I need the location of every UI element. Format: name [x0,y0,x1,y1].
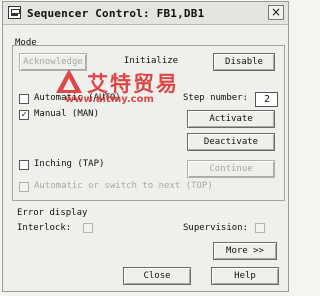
app-icon [8,6,21,19]
interlock-label: Interlock: [17,223,72,233]
help-button[interactable]: Help [211,267,279,285]
watermark-logo-icon [56,69,82,93]
interlock-checkbox[interactable] [83,223,93,233]
title-bar[interactable]: Sequencer Control: FB1,DB1 × [3,2,288,25]
inching-label: Inching (TAP) [34,159,105,169]
activate-button[interactable]: Activate [187,110,275,128]
continue-button[interactable]: Continue [187,160,275,178]
more-button[interactable]: More >> [213,242,277,260]
window-title: Sequencer Control: FB1,DB1 [27,7,205,20]
auto-or-switch-checkbox[interactable] [19,182,29,192]
inching-checkbox[interactable] [19,160,29,170]
automatic-checkbox[interactable] [19,94,29,104]
step-number-label: Step number: [183,93,249,103]
manual-label: Manual (MAN) [34,109,100,119]
sequencer-control-dialog: Sequencer Control: FB1,DB1 × Mode Acknow… [2,1,289,292]
watermark-url-text: www.aitmy.com [65,94,154,105]
close-icon: × [270,5,282,19]
supervision-label: Supervision: [183,223,249,233]
disable-button[interactable]: Disable [213,53,275,71]
deactivate-button[interactable]: Deactivate [187,133,275,151]
auto-or-switch-label: Automatic or switch to next (TOP) [34,181,213,191]
supervision-checkbox[interactable] [255,223,265,233]
close-window-button[interactable]: × [268,5,284,20]
check-mark-icon: ✓ [21,110,27,120]
close-button[interactable]: Close [123,267,191,285]
step-number-field[interactable]: 2 [255,92,278,107]
manual-checkbox[interactable]: ✓ [19,110,29,120]
error-display-label: Error display [17,208,88,218]
